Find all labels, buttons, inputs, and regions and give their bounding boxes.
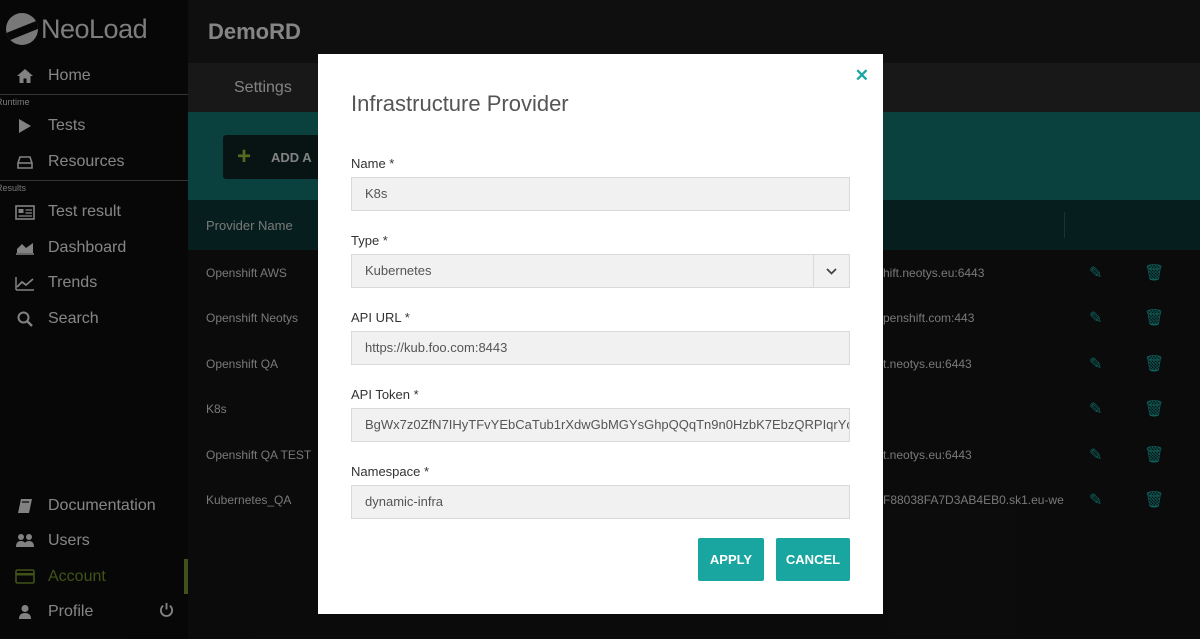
name-input[interactable]: K8s (351, 177, 850, 211)
dialog-title: Infrastructure Provider (351, 91, 569, 116)
namespace-input[interactable]: dynamic-infra (351, 485, 850, 519)
namespace-label: Namespace * (351, 464, 430, 479)
api-token-input[interactable]: BgWx7z0ZfN7IHyTFvYEbCaTub1rXdwGbMGYsGhpQ… (351, 408, 850, 442)
name-label: Name * (351, 156, 395, 171)
close-icon[interactable]: ✕ (855, 66, 869, 86)
type-label: Type * (351, 233, 388, 248)
api-url-label: API URL * (351, 310, 410, 325)
type-select[interactable]: Kubernetes (351, 254, 850, 288)
api-token-label: API Token * (351, 387, 419, 402)
apply-button[interactable]: APPLY (698, 538, 764, 581)
api-url-input[interactable]: https://kub.foo.com:8443 (351, 331, 850, 365)
chevron-down-icon[interactable] (813, 255, 849, 287)
type-selected-value: Kubernetes (365, 263, 432, 278)
cancel-button[interactable]: CANCEL (776, 538, 850, 581)
infrastructure-provider-dialog: ✕ Infrastructure Provider Name * K8s Typ… (318, 54, 883, 614)
